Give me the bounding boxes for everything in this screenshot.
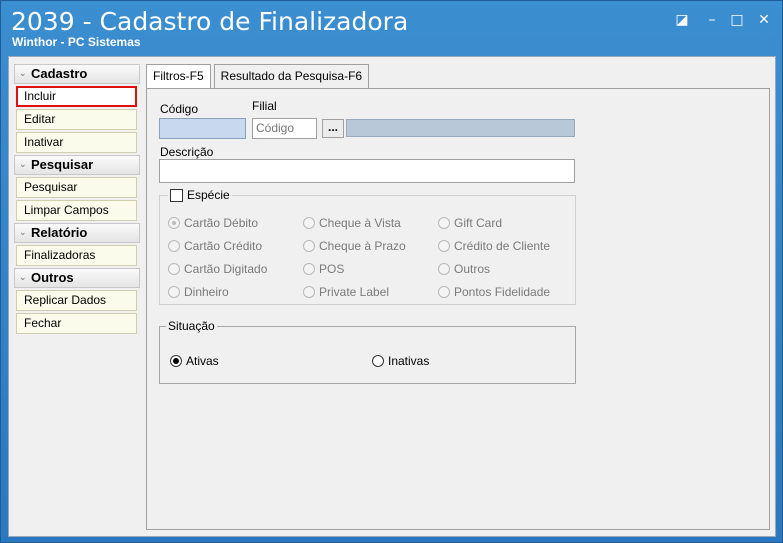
chevron-double-icon: ⌄ — [19, 160, 27, 170]
finalizadoras-button[interactable]: Finalizadoras — [16, 245, 137, 266]
tab-filtros[interactable]: Filtros-F5 — [146, 64, 211, 89]
filial-placeholder: Código — [256, 121, 295, 135]
radio-icon — [303, 286, 315, 298]
chevron-double-icon: ⌄ — [19, 273, 27, 283]
option-cartao-credito: Cartão Crédito — [168, 239, 262, 253]
radio-icon — [303, 217, 315, 229]
pesquisar-button[interactable]: Pesquisar — [16, 177, 137, 198]
radio-icon[interactable] — [170, 355, 182, 367]
radio-icon — [438, 286, 450, 298]
filial-description-field — [346, 119, 575, 137]
especie-legend[interactable]: Espécie — [168, 188, 232, 202]
descricao-input[interactable] — [159, 159, 575, 183]
maximize-icon[interactable]: □ — [726, 11, 748, 29]
situacao-group: Situação Ativas Inativas — [159, 319, 576, 384]
option-pontos-fidelidade: Pontos Fidelidade — [438, 285, 550, 299]
radio-icon[interactable] — [372, 355, 384, 367]
especie-label: Espécie — [187, 188, 230, 202]
restore-icon[interactable]: ◪ — [671, 11, 693, 29]
editar-button[interactable]: Editar — [16, 109, 137, 130]
situacao-legend: Situação — [166, 319, 217, 333]
window-subtitle: Winthor - PC Sistemas — [12, 35, 141, 49]
option-credito-de-cliente: Crédito de Cliente — [438, 239, 550, 253]
option-cartao-digitado: Cartão Digitado — [168, 262, 267, 276]
radio-icon — [168, 286, 180, 298]
group-header-pesquisar[interactable]: ⌄ Pesquisar — [14, 155, 140, 175]
group-header-outros[interactable]: ⌄ Outros — [14, 268, 140, 288]
client-area: ⌄ Cadastro Incluir Editar Inativar ⌄ Pesqu… — [8, 56, 776, 537]
option-private-label: Private Label — [303, 285, 389, 299]
tab-bar: Filtros-F5 Resultado da Pesquisa-F6 — [146, 64, 372, 89]
codigo-label: Código — [160, 102, 199, 116]
chevron-double-icon: ⌄ — [19, 228, 27, 238]
chevron-double-icon: ⌄ — [19, 69, 27, 79]
option-dinheiro: Dinheiro — [168, 285, 229, 299]
fechar-button[interactable]: Fechar — [16, 313, 137, 334]
limpar-campos-button[interactable]: Limpar Campos — [16, 200, 137, 221]
option-gift-card: Gift Card — [438, 216, 502, 230]
especie-group: Espécie Cartão Débito Cheque à Vista Gif… — [159, 188, 576, 305]
incluir-button[interactable]: Incluir — [16, 86, 137, 107]
option-cheque-a-vista: Cheque à Vista — [303, 216, 401, 230]
situacao-inativas[interactable]: Inativas — [372, 354, 429, 368]
radio-icon — [438, 240, 450, 252]
radio-icon — [438, 263, 450, 275]
option-outros: Outros — [438, 262, 490, 276]
replicar-dados-button[interactable]: Replicar Dados — [16, 290, 137, 311]
codigo-input[interactable] — [159, 118, 246, 139]
title-bar: 2039 - Cadastro de Finalizadora Winthor … — [1, 1, 782, 49]
option-pos: POS — [303, 262, 344, 276]
radio-icon — [303, 240, 315, 252]
option-cartao-debito: Cartão Débito — [168, 216, 258, 230]
radio-icon — [168, 217, 180, 229]
filial-label: Filial — [252, 99, 277, 113]
option-cheque-a-prazo: Cheque à Prazo — [303, 239, 406, 253]
tab-resultado[interactable]: Resultado da Pesquisa-F6 — [213, 64, 370, 88]
radio-icon — [303, 263, 315, 275]
filial-code-input[interactable]: Código — [252, 118, 317, 139]
side-menu: ⌄ Cadastro Incluir Editar Inativar ⌄ Pesqu… — [14, 64, 140, 336]
descricao-label: Descrição — [160, 145, 214, 159]
filial-lookup-button[interactable]: ... — [322, 119, 344, 138]
filtros-panel: Código Filial Código ... Descrição Espéc… — [146, 88, 770, 530]
close-icon[interactable]: ✕ — [753, 11, 775, 29]
radio-icon — [438, 217, 450, 229]
radio-icon — [168, 240, 180, 252]
group-header-cadastro[interactable]: ⌄ Cadastro — [14, 64, 140, 84]
situacao-ativas[interactable]: Ativas — [170, 354, 219, 368]
especie-checkbox[interactable] — [170, 188, 183, 202]
radio-icon — [168, 263, 180, 275]
inativar-button[interactable]: Inativar — [16, 132, 137, 153]
group-header-relatorio[interactable]: ⌄ Relatório — [14, 223, 140, 243]
window-title: 2039 - Cadastro de Finalizadora — [11, 7, 409, 36]
minimize-icon[interactable]: – — [701, 11, 723, 29]
app-window: 2039 - Cadastro de Finalizadora Winthor … — [0, 0, 783, 543]
